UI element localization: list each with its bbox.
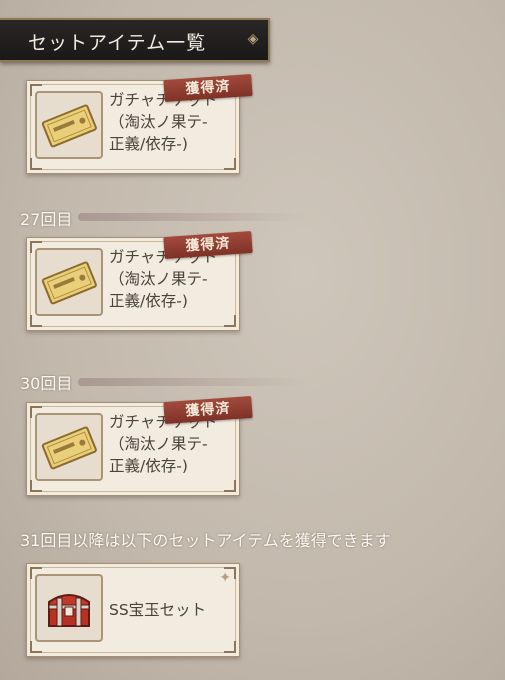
- item-icon-frame: [35, 413, 103, 481]
- ticket-icon: [41, 426, 97, 470]
- section-divider: [78, 378, 308, 386]
- ticket-icon: [41, 261, 97, 305]
- item-icon-frame: [35, 91, 103, 159]
- item-icon-frame: [35, 574, 103, 642]
- obtained-badge: 獲得済: [163, 230, 253, 260]
- treasure-chest-icon: [48, 594, 90, 627]
- section-label: 31回目以降は以下のセットアイテムを獲得できます: [20, 531, 391, 550]
- obtained-badge: 獲得済: [163, 73, 253, 103]
- page-title: セットアイテム一覧: [28, 32, 207, 54]
- card-corner: [224, 158, 236, 170]
- set-item-card[interactable]: ガチャチケット （淘汰ノ果テ- 正義/依存-) 獲得済: [26, 73, 253, 174]
- sparkle-icon: ✦: [219, 570, 231, 586]
- diamond-ornament-icon: ◈: [247, 31, 259, 47]
- card-corner: [224, 480, 236, 492]
- card-corner: [224, 315, 236, 327]
- set-item-card[interactable]: ガチャチケット （淘汰ノ果テ- 正義/依存-) 獲得済: [26, 230, 253, 331]
- section-label: 27回目: [20, 210, 73, 229]
- item-icon-frame: [35, 248, 103, 316]
- set-item-card[interactable]: ✦ SS宝玉セット: [26, 563, 240, 657]
- section-divider: [78, 213, 308, 221]
- card-corner: [224, 641, 236, 653]
- list-header: セットアイテム一覧 ◈: [0, 18, 270, 62]
- ticket-icon: [41, 104, 97, 148]
- item-name: SS宝玉セット: [109, 601, 207, 619]
- set-item-card[interactable]: ガチャチケット （淘汰ノ果テ- 正義/依存-) 獲得済: [26, 395, 253, 496]
- obtained-badge: 獲得済: [163, 395, 253, 425]
- section-label: 30回目: [20, 374, 73, 393]
